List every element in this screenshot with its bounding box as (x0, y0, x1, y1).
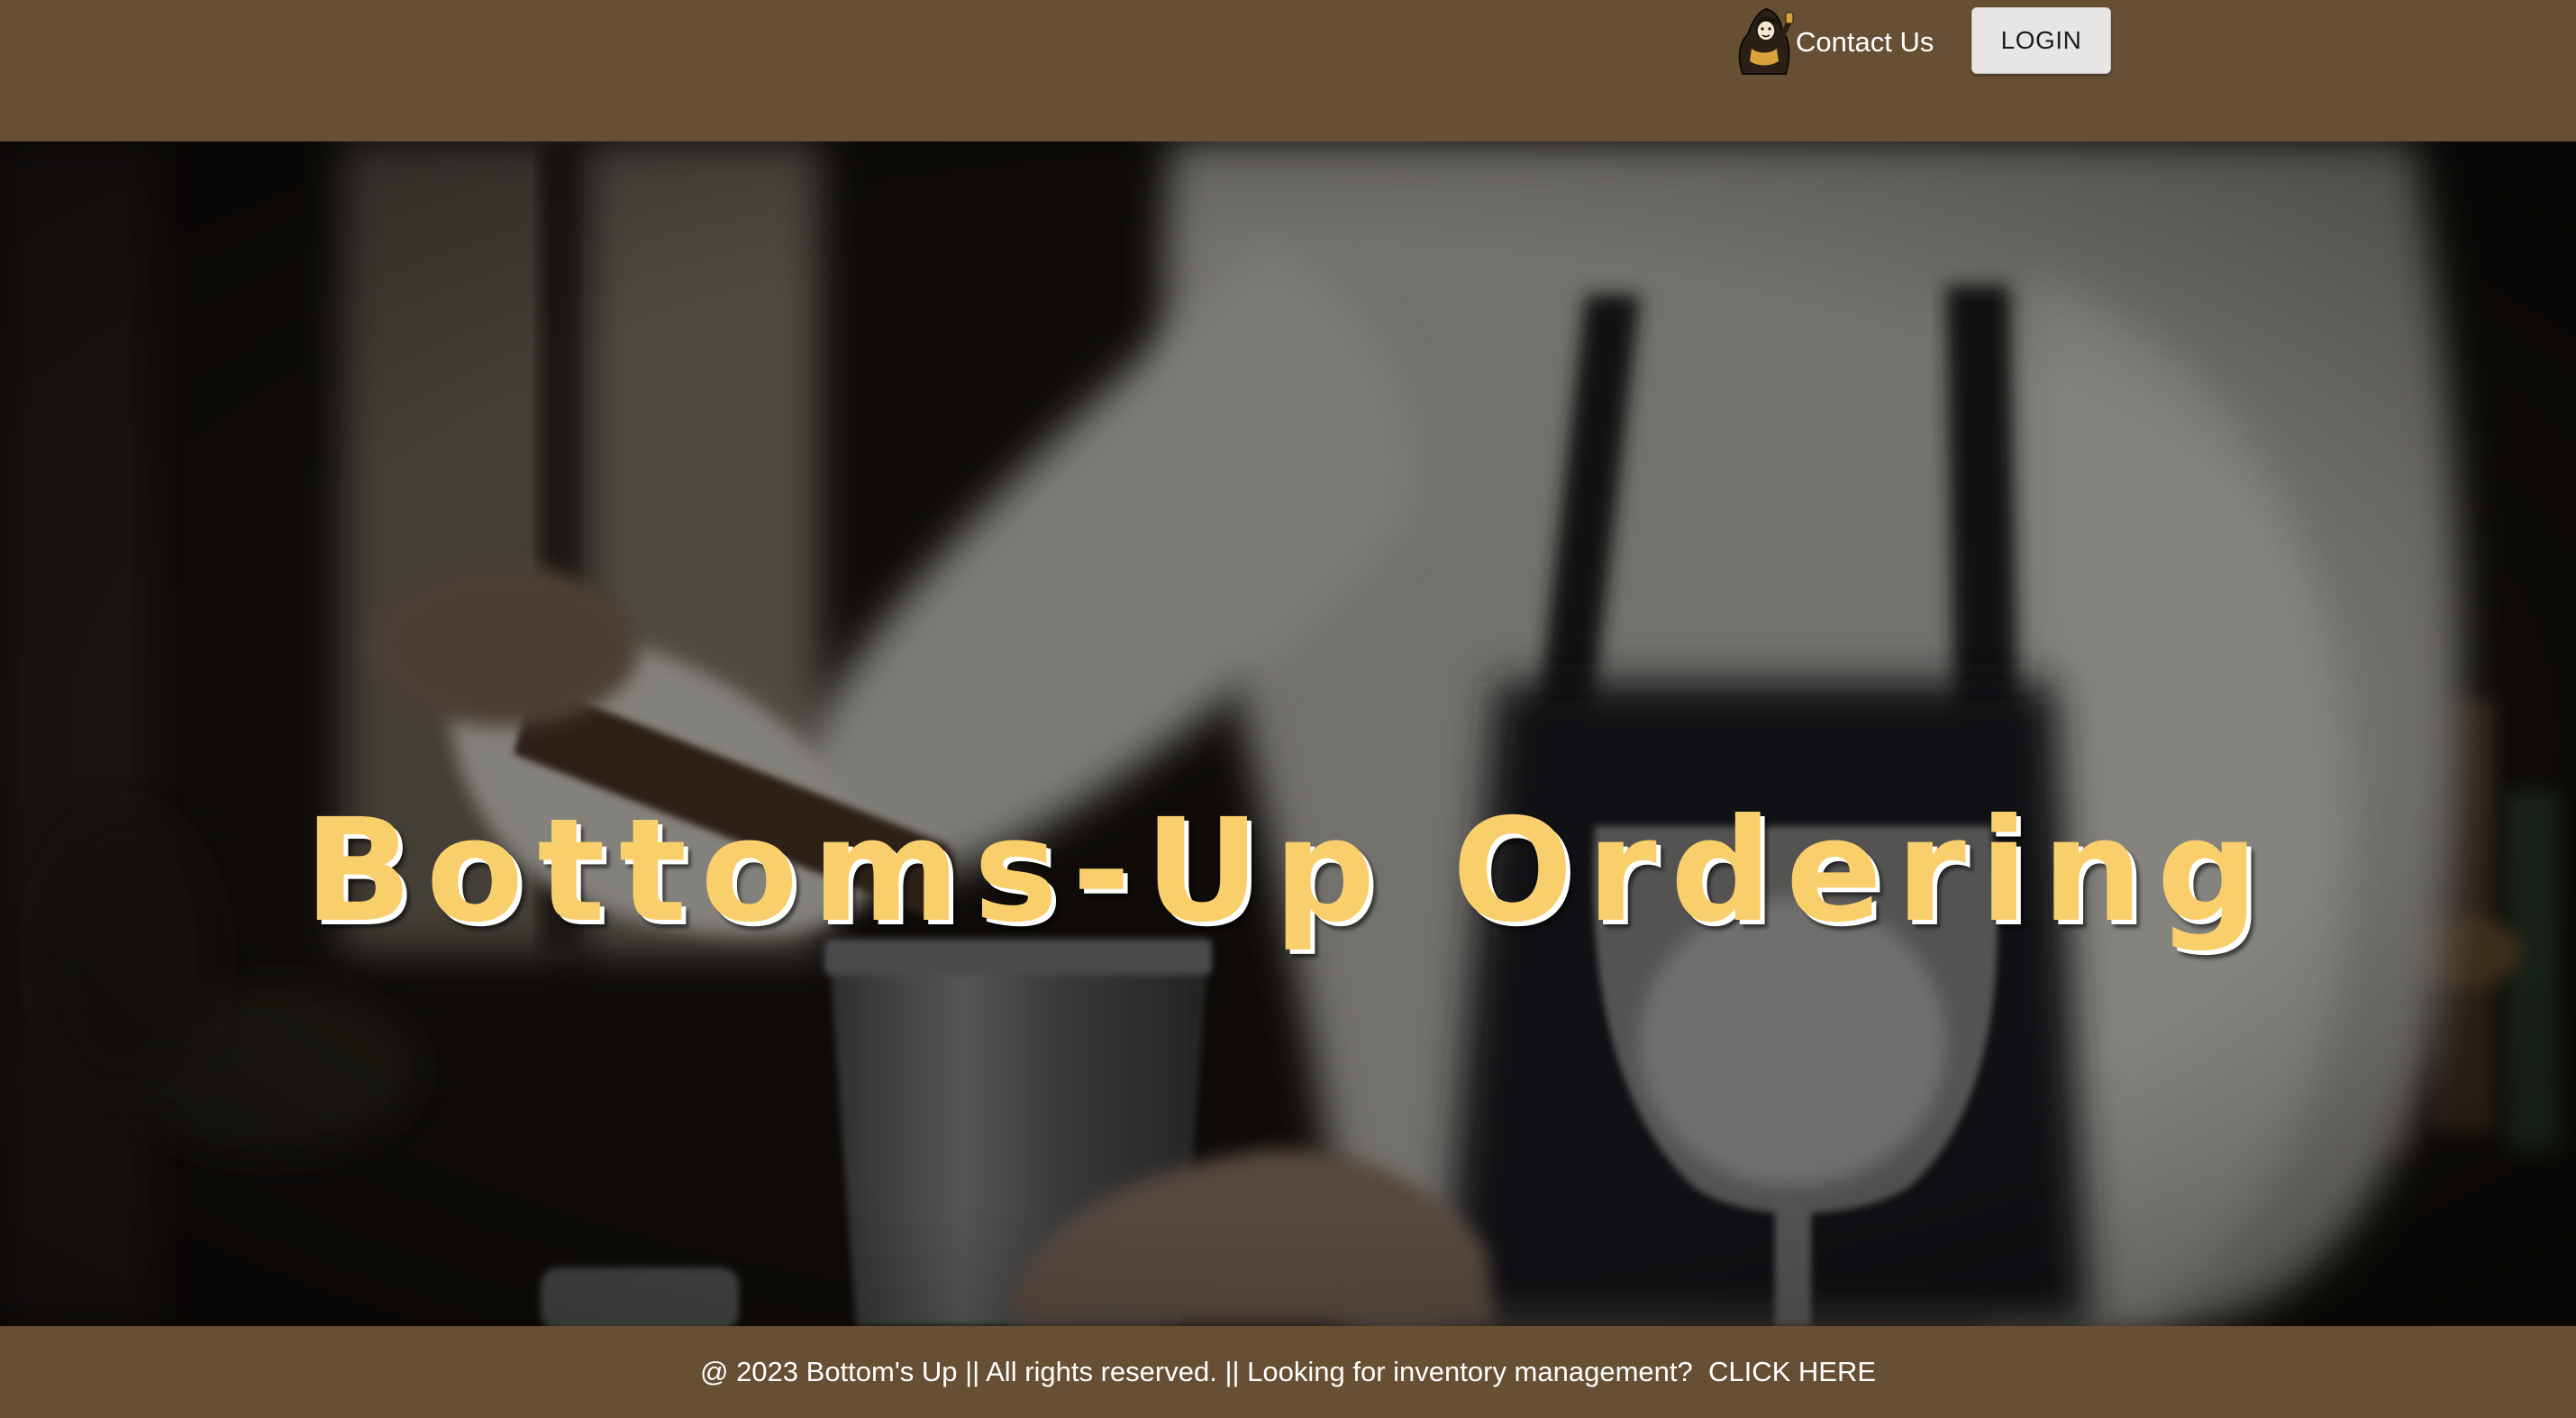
footer-copyright: @ 2023 Bottom's Up || All rights reserve… (699, 1356, 1708, 1387)
hero-title: Bottoms-Up Ordering (304, 788, 2272, 954)
login-button[interactable]: LOGIN (1971, 7, 2111, 74)
footer-text: @ 2023 Bottom's Up || All rights reserve… (700, 1354, 1876, 1390)
top-navbar: Contact Us LOGIN (0, 0, 2576, 141)
hero-banner: Bottoms-Up Ordering (0, 141, 2576, 1326)
inventory-management-link[interactable]: CLICK HERE (1708, 1356, 1876, 1387)
bartender-mascot-icon (1738, 7, 1794, 75)
hero-background-image (0, 141, 2576, 1326)
site-footer: @ 2023 Bottom's Up || All rights reserve… (0, 1326, 2576, 1418)
contact-us-link[interactable]: Contact Us (1796, 23, 1934, 61)
